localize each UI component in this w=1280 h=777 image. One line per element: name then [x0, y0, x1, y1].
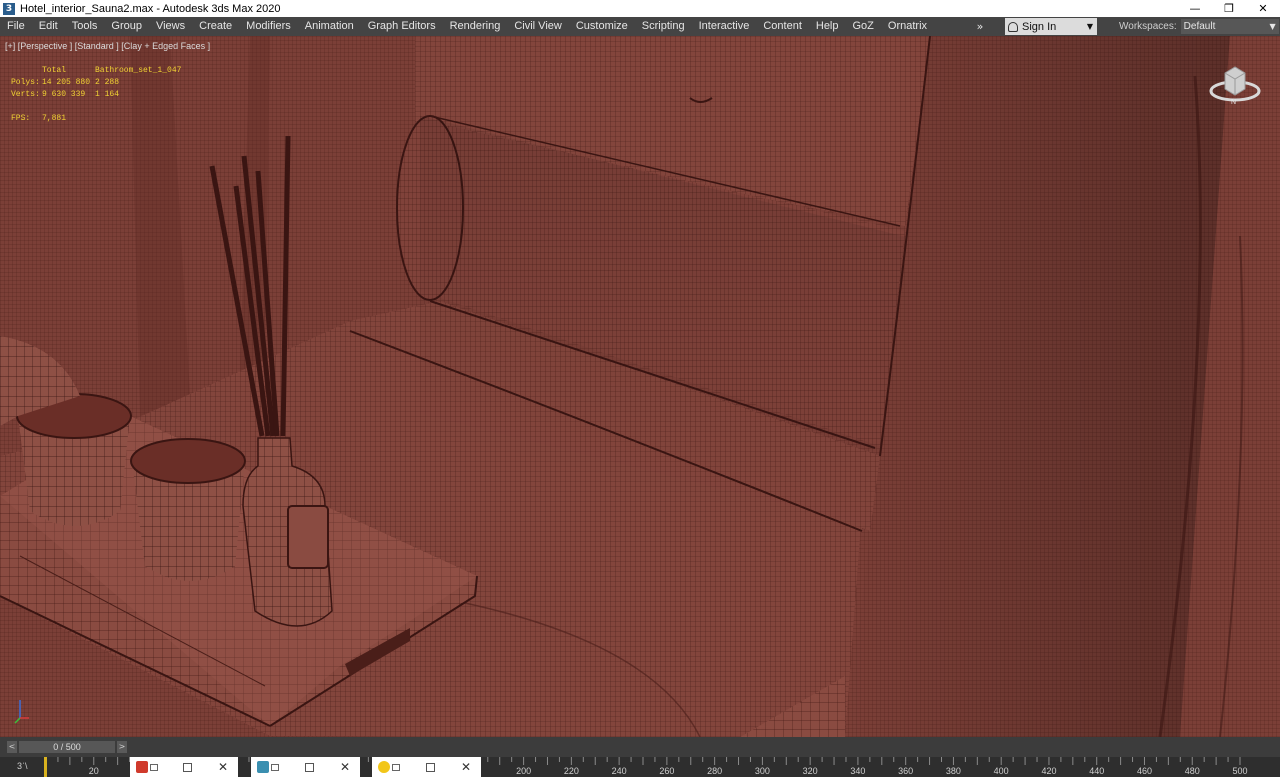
track-tick-label: 460 — [1136, 766, 1152, 776]
stats-verts-label: Verts: — [11, 90, 40, 99]
time-slider[interactable]: < 0 / 500 > — [0, 737, 1280, 757]
time-slider-next-button[interactable]: > — [117, 741, 127, 753]
track-tick-label: 20 — [88, 766, 99, 776]
3dsmax-app-icon — [257, 761, 269, 773]
maximize-icon[interactable] — [182, 762, 192, 772]
minimize-button[interactable]: — — [1178, 0, 1212, 17]
chevron-down-icon: ▼ — [1086, 22, 1094, 31]
workspaces-select[interactable]: Default ▼ — [1180, 19, 1279, 34]
cup-left — [16, 393, 132, 526]
menu-tools[interactable]: Tools — [65, 17, 105, 36]
track-tick-label: 480 — [1184, 766, 1200, 776]
workspaces-value: Default — [1183, 21, 1216, 32]
track-tick-label: 240 — [611, 766, 627, 776]
viewport-statistics: Total Bathroom_set_1_047 Polys: 14 205 8… — [11, 65, 181, 125]
track-tick-label: 300 — [754, 766, 770, 776]
track-tick-label: 400 — [993, 766, 1009, 776]
current-frame-marker — [44, 757, 47, 777]
cup-right — [130, 438, 246, 581]
stats-polys-object: 2 288 — [95, 78, 120, 87]
stats-header-object: Bathroom_set_1_047 — [95, 66, 182, 75]
menu-create[interactable]: Create — [192, 17, 239, 36]
menu-civil-view[interactable]: Civil View — [507, 17, 568, 36]
stats-polys-total: 14 205 880 — [42, 78, 91, 87]
track-tick-label: 420 — [1041, 766, 1057, 776]
taskbar-window-thumb-2[interactable]: ✕ — [251, 757, 360, 777]
window-restore-icon — [150, 763, 158, 771]
viewcube-compass-label: N — [1231, 99, 1236, 106]
menu-bar: File Edit Tools Group Views Create Modif… — [0, 17, 1280, 36]
user-icon — [1008, 21, 1019, 32]
menu-file[interactable]: File — [0, 17, 32, 36]
track-bar-mini-curve-toggle[interactable]: 3ˈ\ — [17, 761, 28, 771]
sign-in-label: Sign In — [1022, 20, 1057, 33]
time-slider-prev-button[interactable]: < — [7, 741, 17, 753]
menu-ornatrix[interactable]: Ornatrix — [881, 17, 934, 36]
viewcube-icon[interactable]: N — [1207, 63, 1267, 113]
track-tick-label: 260 — [659, 766, 675, 776]
menu-edit[interactable]: Edit — [32, 17, 65, 36]
taskbar-window-thumb-3[interactable]: ✕ — [372, 757, 481, 777]
menu-help[interactable]: Help — [809, 17, 846, 36]
workspaces-label: Workspaces: — [1119, 21, 1177, 32]
window-controls: — ❐ ✕ — [1178, 0, 1280, 17]
scene-render — [0, 36, 1280, 737]
stats-verts-object: 1 164 — [95, 90, 120, 99]
menu-scripting[interactable]: Scripting — [635, 17, 692, 36]
taskbar-window-thumb-1[interactable]: ✕ — [130, 757, 238, 777]
track-tick-label: 340 — [850, 766, 866, 776]
record-icon — [136, 761, 148, 773]
track-tick-label: 320 — [802, 766, 818, 776]
stats-verts-total: 9 630 339 — [42, 90, 86, 99]
menu-views[interactable]: Views — [149, 17, 192, 36]
smiley-icon — [378, 761, 390, 773]
3dsmax-app-icon[interactable]: 3 — [3, 2, 15, 15]
sign-in-dropdown[interactable]: Sign In ▼ — [1005, 18, 1098, 35]
track-tick-label: 280 — [707, 766, 723, 776]
stats-header-total: Total — [42, 66, 67, 75]
track-tick-label: 380 — [945, 766, 961, 776]
close-icon[interactable]: ✕ — [218, 760, 228, 774]
menu-modifiers[interactable]: Modifiers — [239, 17, 298, 36]
menu-overflow-button[interactable]: » — [971, 20, 989, 33]
close-icon[interactable]: ✕ — [340, 760, 350, 774]
menu-group[interactable]: Group — [104, 17, 149, 36]
stats-fps-value: 7,881 — [42, 114, 67, 123]
menu-goz[interactable]: GoZ — [846, 17, 881, 36]
close-button[interactable]: ✕ — [1246, 0, 1280, 17]
axis-tripod-icon — [14, 700, 29, 724]
menu-animation[interactable]: Animation — [298, 17, 361, 36]
maximize-icon[interactable] — [304, 762, 314, 772]
window-restore-icon — [271, 763, 279, 771]
perspective-viewport[interactable]: [+] [Perspective ] [Standard ] [Clay + E… — [0, 36, 1280, 737]
menu-customize[interactable]: Customize — [569, 17, 635, 36]
track-tick-label: 360 — [898, 766, 914, 776]
menu-graph-editors[interactable]: Graph Editors — [361, 17, 443, 36]
menu-content[interactable]: Content — [756, 17, 809, 36]
menu-rendering[interactable]: Rendering — [443, 17, 508, 36]
close-icon[interactable]: ✕ — [461, 760, 471, 774]
time-slider-thumb[interactable]: 0 / 500 — [19, 741, 115, 753]
track-tick-label: 440 — [1089, 766, 1105, 776]
track-tick-label: 220 — [563, 766, 579, 776]
viewport-label-menu[interactable]: [+] [Perspective ] [Standard ] [Clay + E… — [5, 41, 210, 51]
maximize-icon[interactable] — [425, 762, 435, 772]
stats-fps-label: FPS: — [11, 114, 31, 123]
track-tick-label: 500 — [1232, 766, 1248, 776]
title-bar: 3 Hotel_interior_Sauna2.max - Autodesk 3… — [0, 0, 1280, 17]
restore-button[interactable]: ❐ — [1212, 0, 1246, 17]
stats-polys-label: Polys: — [11, 78, 40, 87]
track-tick-label: 200 — [516, 766, 532, 776]
window-title: Hotel_interior_Sauna2.max - Autodesk 3ds… — [20, 2, 281, 15]
window-restore-icon — [392, 763, 400, 771]
menu-interactive[interactable]: Interactive — [692, 17, 757, 36]
chevron-down-icon: ▼ — [1269, 22, 1276, 31]
